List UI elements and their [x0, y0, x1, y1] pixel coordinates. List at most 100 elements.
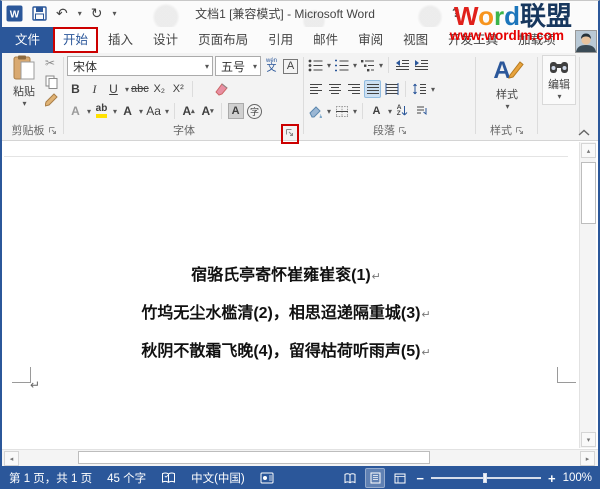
bullets-dropdown-icon[interactable]: ▾: [327, 61, 331, 70]
vertical-scrollbar-thumb[interactable]: [581, 162, 596, 224]
format-painter-icon[interactable]: [45, 93, 59, 107]
highlight-button[interactable]: ab: [93, 102, 110, 120]
align-center-icon[interactable]: [326, 80, 343, 98]
word-app-icon[interactable]: W: [6, 5, 23, 22]
increase-indent-icon[interactable]: [413, 56, 430, 74]
scroll-down-icon[interactable]: ▾: [581, 432, 596, 447]
zoom-in-button[interactable]: +: [548, 472, 556, 485]
grow-font-button[interactable]: A▴: [180, 102, 197, 120]
sort-icon[interactable]: AZ: [394, 102, 411, 120]
decrease-indent-icon[interactable]: [394, 56, 411, 74]
tab-design[interactable]: 设计: [143, 27, 188, 53]
italic-button[interactable]: I: [86, 80, 103, 98]
tab-references[interactable]: 引用: [258, 27, 303, 53]
tab-view[interactable]: 视图: [393, 27, 438, 53]
scroll-right-icon[interactable]: ▸: [580, 451, 595, 466]
cut-icon[interactable]: ✂: [45, 56, 55, 70]
web-layout-icon[interactable]: [391, 469, 409, 487]
borders-dropdown-icon[interactable]: ▾: [353, 107, 357, 116]
line-spacing-icon[interactable]: [411, 80, 428, 98]
print-layout-icon[interactable]: [366, 469, 384, 487]
numbering-icon[interactable]: [333, 56, 350, 74]
zoom-out-button[interactable]: −: [416, 472, 424, 485]
distribute-icon[interactable]: [383, 80, 400, 98]
status-bar: 第 1 页，共 1 页 45 个字 中文(中国) − +: [2, 466, 598, 489]
read-mode-icon[interactable]: [341, 469, 359, 487]
character-border-icon[interactable]: A: [282, 57, 299, 75]
editing-dropdown-icon[interactable]: ▾: [544, 92, 575, 101]
show-hide-marks-icon[interactable]: [413, 102, 430, 120]
editing-button[interactable]: 编辑 ▾: [542, 55, 576, 105]
align-left-icon[interactable]: [307, 80, 324, 98]
numbering-dropdown-icon[interactable]: ▾: [353, 61, 357, 70]
document-area[interactable]: 宿骆氏亭寄怀崔雍崔衮(1)↵ 竹坞无尘水槛清(2)，相思迢递隔重城(3)↵ 秋阴…: [2, 141, 598, 449]
vertical-scrollbar[interactable]: ▴ ▾: [579, 142, 596, 448]
paste-button[interactable]: 粘贴 ▾: [8, 55, 40, 108]
phonetic-guide-icon[interactable]: wén 文: [263, 57, 280, 75]
text-effects-dropdown-icon[interactable]: ▾: [87, 107, 91, 116]
tab-insert[interactable]: 插入: [98, 27, 143, 53]
font-name-combo[interactable]: 宋体 ▾: [67, 56, 213, 76]
font-size-combo[interactable]: 五号 ▾: [215, 56, 261, 76]
font-color-dropdown-icon[interactable]: ▾: [139, 107, 143, 116]
shrink-font-button[interactable]: A▾: [199, 102, 216, 120]
bold-button[interactable]: B: [67, 80, 84, 98]
styles-dropdown-icon[interactable]: ▾: [478, 102, 537, 111]
subscript-button[interactable]: X₂: [151, 80, 168, 98]
underline-button[interactable]: U: [105, 80, 122, 98]
bullets-icon[interactable]: [307, 56, 324, 74]
scroll-left-icon[interactable]: ◂: [4, 451, 19, 466]
change-case-dropdown-icon[interactable]: ▾: [165, 107, 169, 116]
redo-icon[interactable]: ↻: [91, 4, 103, 22]
zoom-slider[interactable]: [431, 477, 541, 479]
horizontal-scrollbar-thumb[interactable]: [78, 451, 430, 464]
proofing-icon[interactable]: [161, 472, 176, 484]
styles-button[interactable]: A 样式 ▾: [477, 55, 537, 111]
strikethrough-button[interactable]: abc: [131, 80, 149, 98]
zoom-slider-thumb[interactable]: [483, 473, 487, 483]
superscript-button[interactable]: X²: [170, 80, 187, 98]
asian-layout-dropdown-icon[interactable]: ▾: [388, 107, 392, 116]
justify-icon[interactable]: [364, 80, 381, 98]
enclose-characters-button[interactable]: 字: [246, 102, 263, 120]
tab-file[interactable]: 文件: [2, 27, 53, 53]
macro-record-icon[interactable]: [260, 472, 274, 484]
change-case-button[interactable]: Aa: [145, 102, 162, 120]
collapse-ribbon-icon[interactable]: [578, 129, 590, 136]
paragraph-dialog-launcher-icon[interactable]: [398, 126, 407, 135]
undo-icon[interactable]: ↶: [56, 4, 68, 22]
character-shading-button[interactable]: A: [227, 102, 244, 120]
shading-icon[interactable]: [307, 102, 324, 120]
tab-review[interactable]: 审阅: [348, 27, 393, 53]
word-count[interactable]: 45 个字: [107, 470, 146, 486]
styles-dialog-launcher-icon[interactable]: [515, 126, 524, 135]
highlight-dropdown-icon[interactable]: ▾: [113, 107, 117, 116]
tab-page-layout[interactable]: 页面布局: [188, 27, 258, 53]
asian-layout-button[interactable]: A: [368, 102, 385, 120]
watermark-logo: Word联盟: [454, 2, 572, 30]
font-dialog-launcher-icon[interactable]: [285, 128, 295, 140]
clipboard-dialog-launcher-icon[interactable]: [48, 126, 57, 135]
horizontal-scrollbar[interactable]: ◂ ▸: [2, 449, 598, 466]
save-icon[interactable]: [32, 6, 47, 21]
align-right-icon[interactable]: [345, 80, 362, 98]
underline-dropdown-icon[interactable]: ▾: [125, 85, 129, 94]
multilevel-dropdown-icon[interactable]: ▾: [379, 61, 383, 70]
clear-formatting-icon[interactable]: [214, 80, 231, 98]
shading-dropdown-icon[interactable]: ▾: [327, 107, 331, 116]
tab-home[interactable]: 开始: [53, 27, 98, 53]
font-color-button[interactable]: A: [119, 102, 136, 120]
line-spacing-dropdown-icon[interactable]: ▾: [431, 85, 435, 94]
borders-icon[interactable]: [333, 102, 350, 120]
paste-dropdown-icon[interactable]: ▾: [9, 99, 40, 108]
text-effects-button[interactable]: A: [67, 102, 84, 120]
undo-dropdown-icon[interactable]: ▾: [78, 9, 82, 18]
zoom-level[interactable]: 100%: [563, 472, 592, 484]
copy-icon[interactable]: [45, 75, 58, 89]
tab-mailings[interactable]: 邮件: [303, 27, 348, 53]
scroll-up-icon[interactable]: ▴: [581, 143, 596, 158]
language-indicator[interactable]: 中文(中国): [191, 470, 245, 486]
qat-customize-icon[interactable]: ▾: [112, 9, 116, 18]
page-indicator[interactable]: 第 1 页，共 1 页: [9, 470, 92, 486]
multilevel-list-icon[interactable]: [359, 56, 376, 74]
